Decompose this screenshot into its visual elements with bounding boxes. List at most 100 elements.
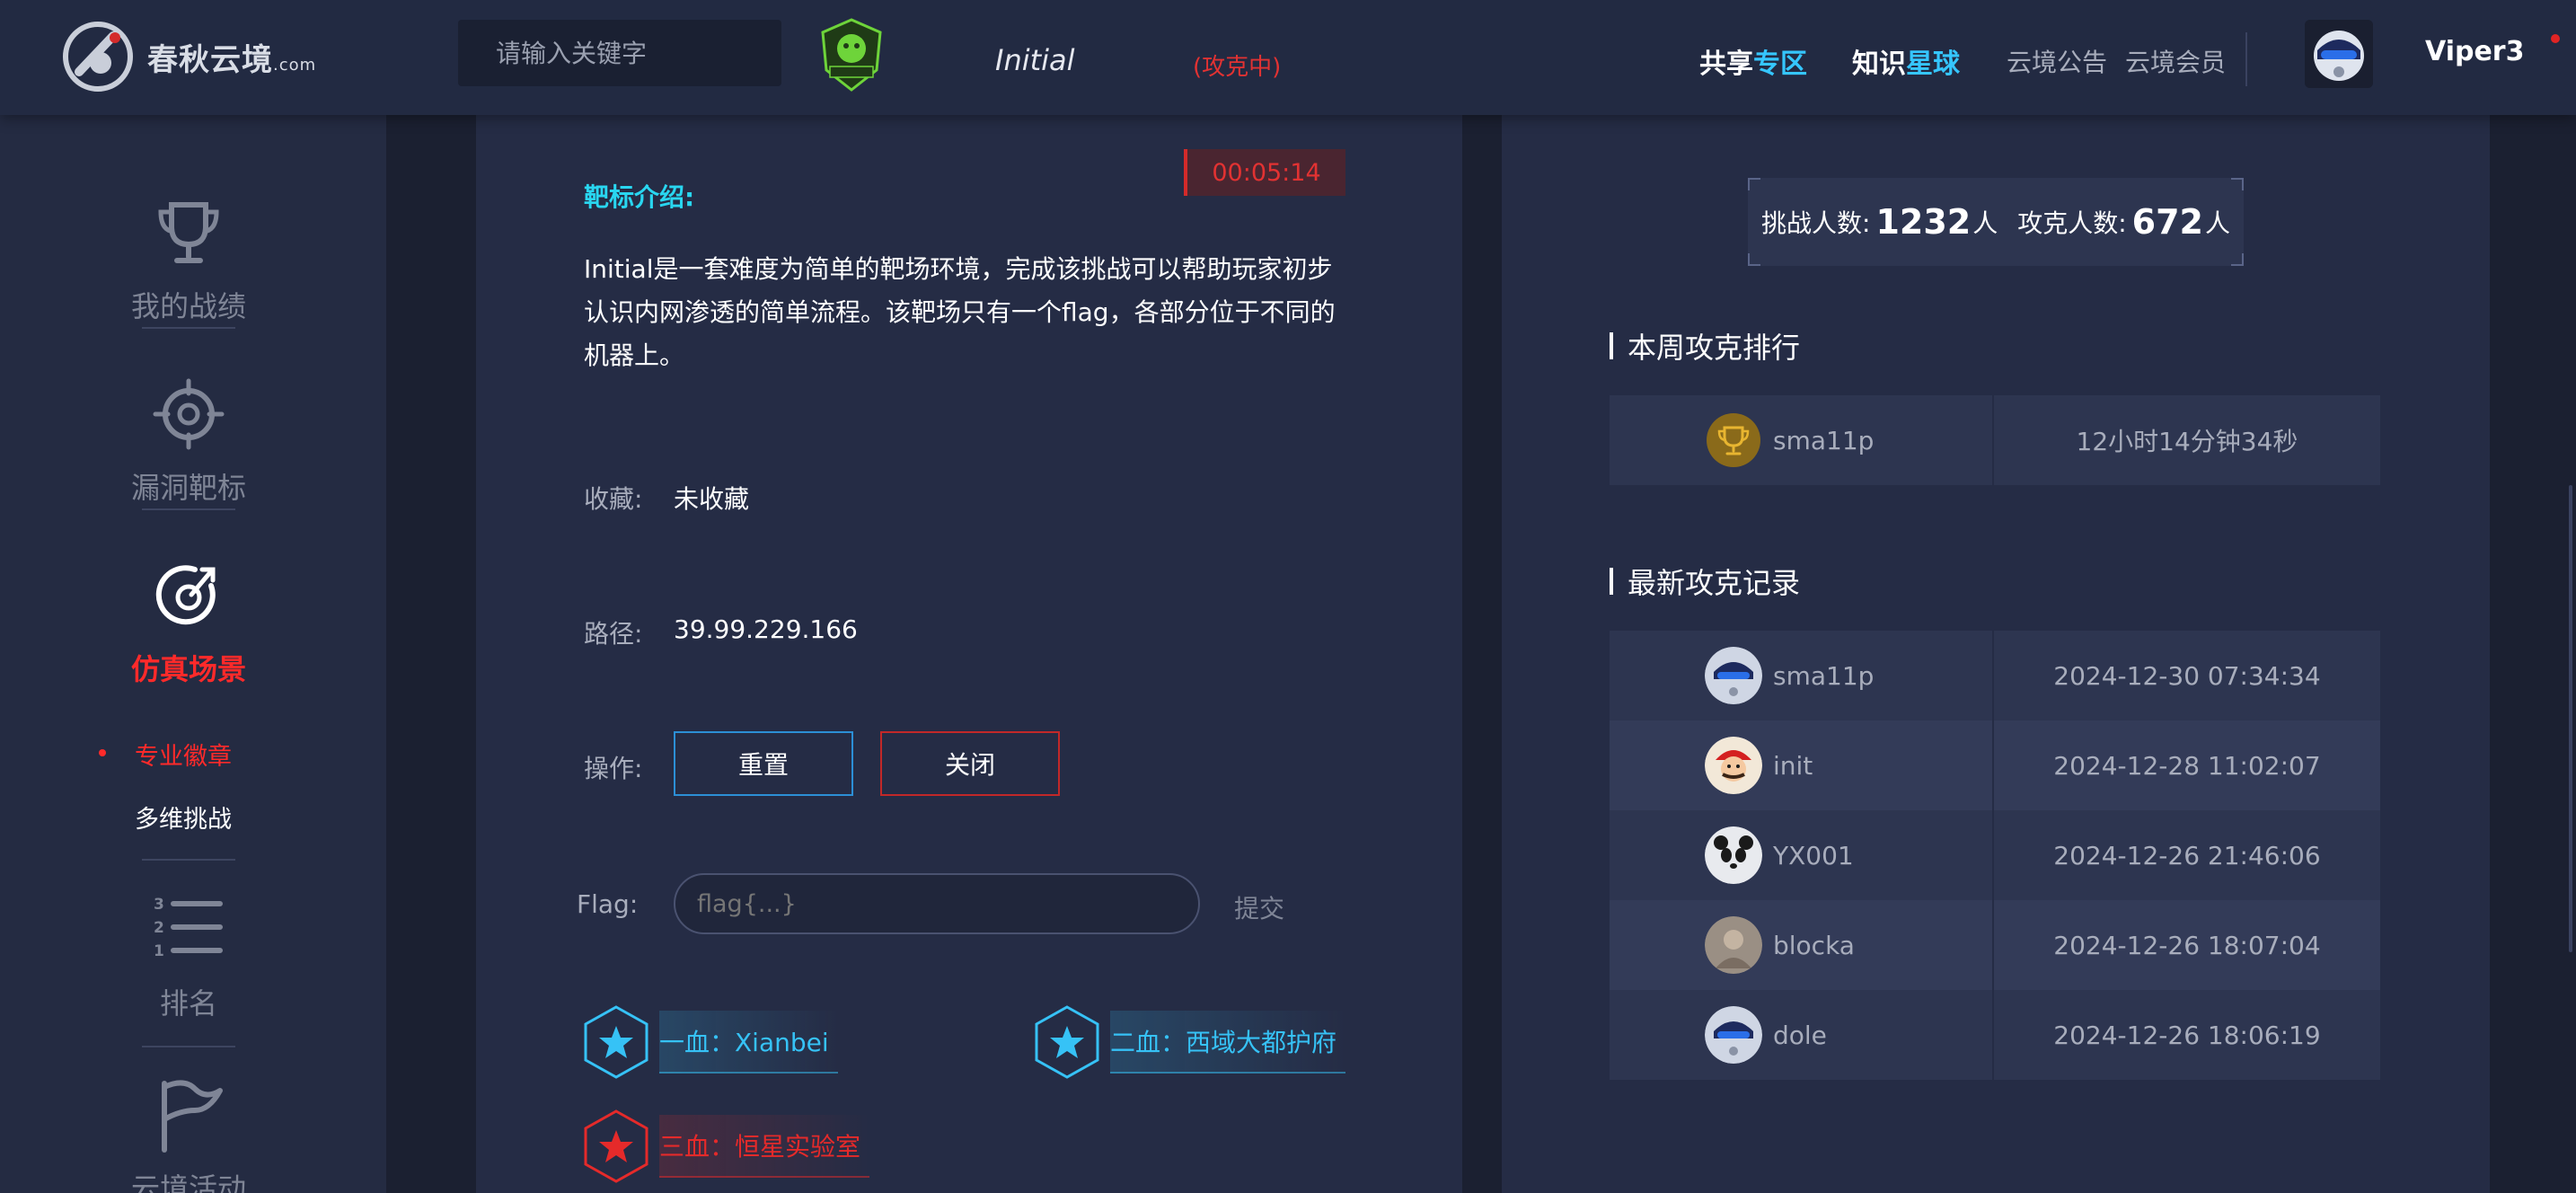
scrollbar[interactable] (2569, 485, 2572, 952)
weekly-rank-heading: 本周攻克排行 (1610, 325, 1800, 367)
path-label: 路径: (584, 619, 643, 649)
refresh-target-icon (155, 565, 216, 625)
svg-text:2: 2 (154, 919, 164, 937)
record-time: 2024-12-26 18:07:04 (2053, 930, 2321, 960)
mario-avatar-icon (1705, 737, 1762, 794)
gold-trophy-icon (1707, 413, 1760, 467)
nav-announcements[interactable]: 云境公告 (2007, 43, 2107, 79)
user-avatar[interactable] (2305, 20, 2373, 88)
favorite-toggle[interactable]: 未收藏 (674, 480, 749, 516)
search-box (458, 20, 809, 86)
top-navigation-bar: 春秋云境.com Initial (攻克中) 共享专区 知识星球 云境公告 云境… (0, 0, 2576, 115)
column-gutter (386, 115, 476, 1193)
unit-label: 人 (1972, 208, 1998, 238)
nav-divider (2245, 32, 2247, 86)
rank-user-cell: sma11p (1610, 395, 1994, 485)
table-row: YX001 2024-12-26 21:46:06 (1610, 810, 2380, 900)
action-label: 操作: (584, 754, 643, 783)
sidebar-item-events[interactable]: 云境活动 (81, 1074, 296, 1193)
latest-records-heading: 最新攻克记录 (1610, 561, 1800, 602)
record-user-cell: YX001 (1610, 810, 1994, 900)
logo-text: 春秋云境.com (147, 41, 317, 78)
close-button[interactable]: 关闭 (880, 731, 1060, 796)
nav-knowledge-planet[interactable]: 知识星球 (1852, 41, 1960, 81)
third-blood-badge: 三血：恒星实验室 (582, 1109, 870, 1184)
record-user-cell: init (1610, 720, 1994, 810)
favorite-label: 收藏: (584, 484, 643, 514)
record-user-cell: dole (1610, 990, 1994, 1080)
record-username: init (1773, 750, 1813, 781)
ranking-list-icon: 3 2 1 (154, 896, 223, 960)
record-time: 2024-12-28 11:02:07 (2053, 750, 2321, 781)
solvers-count: 672 (2131, 202, 2203, 242)
sidebar-item-label: 漏洞靶标 (130, 471, 246, 505)
stats-corner (1748, 178, 1760, 190)
record-user-cell: sma11p (1610, 631, 1994, 720)
stats-corner (2231, 253, 2244, 266)
sidebar-item-label: 排名 (159, 986, 217, 1021)
record-username: blocka (1773, 930, 1855, 960)
weekly-rank-table: sma11p 12小时14分钟34秒 (1610, 395, 2380, 485)
column-gutter (2490, 115, 2576, 1193)
flag-label: Flag: (577, 889, 639, 919)
table-row: blocka 2024-12-26 18:07:04 (1610, 900, 2380, 990)
stats-corner (2231, 178, 2244, 190)
sidebar-item-label: 我的战绩 (130, 289, 246, 323)
table-row: sma11p 12小时14分钟34秒 (1610, 395, 2380, 485)
logo-icon (63, 22, 133, 92)
solvers-label: 攻克人数: (2017, 208, 2127, 238)
record-username: sma11p (1773, 660, 1875, 691)
robot-avatar-icon (1705, 647, 1762, 704)
sidebar-item-ranking[interactable]: 3 2 1 排名 (81, 889, 296, 1022)
target-badge-icon (821, 18, 882, 92)
rank-time: 12小时14分钟34秒 (2076, 427, 2298, 456)
second-blood-badge: 二血：西域大都护府 (1033, 1004, 1346, 1080)
target-description: Initial是一套难度为简单的靶场环境，完成该挑战可以帮助玩家初步认识内网渗透… (584, 254, 1336, 370)
active-indicator-dot (99, 749, 106, 756)
star-hex-icon (584, 1005, 648, 1079)
record-user-cell: blocka (1610, 900, 1994, 990)
challengers-label: 挑战人数: (1761, 208, 1871, 238)
latest-records-title: 最新攻克记录 (1628, 566, 1801, 600)
sidebar-subitem-multi-challenge[interactable]: 多维挑战 (135, 800, 232, 835)
sidebar-item-my-record[interactable]: 我的战绩 (81, 192, 296, 325)
latest-records-table: sma11p 2024-12-30 07:34:34 init 2024-12-… (1610, 631, 2380, 1080)
sidebar-item-simulation[interactable]: 仿真场景 (81, 555, 296, 688)
first-blood-badge: 一血：Xianbei (582, 1004, 838, 1080)
photo-avatar-icon (1705, 916, 1762, 974)
sidebar-divider (142, 1046, 235, 1047)
svg-text:3: 3 (154, 896, 164, 914)
username[interactable]: Viper3 (2425, 36, 2524, 67)
svg-text:1: 1 (154, 942, 164, 960)
intro-title: 靶标介绍: (584, 182, 695, 212)
reset-button[interactable]: 重置 (674, 731, 853, 796)
panda-avatar-icon (1705, 826, 1762, 884)
heading-bar (1610, 568, 1613, 595)
table-row: sma11p 2024-12-30 07:34:34 (1610, 631, 2380, 720)
path-value: 39.99.229.166 (674, 614, 858, 644)
table-row: dole 2024-12-26 18:06:19 (1610, 990, 2380, 1080)
sidebar-item-vuln-targets[interactable]: 漏洞靶标 (81, 374, 296, 507)
flag-input[interactable] (674, 873, 1200, 934)
site-logo[interactable]: 春秋云境.com (61, 16, 322, 97)
nav-share-zone[interactable]: 共享专区 (1699, 41, 1807, 81)
submit-flag-button[interactable]: 提交 (1234, 889, 1284, 925)
countdown-timer: 00:05:14 (1184, 149, 1345, 196)
sidebar-item-label: 云境活动 (130, 1171, 246, 1193)
search-input[interactable] (458, 20, 809, 86)
challengers-count: 1232 (1875, 202, 1972, 242)
sidebar-subitem-badges[interactable]: 专业徽章 (135, 737, 232, 772)
first-blood-text: 一血：Xianbei (659, 1011, 838, 1074)
second-blood-text: 二血：西域大都护府 (1110, 1011, 1346, 1074)
sidebar-divider (142, 327, 235, 329)
record-username: YX001 (1773, 840, 1854, 870)
nav-membership[interactable]: 云境会员 (2125, 43, 2226, 79)
sidebar-item-label: 仿真场景 (130, 652, 246, 686)
star-hex-icon (584, 1109, 648, 1183)
record-time: 2024-12-30 07:34:34 (2053, 660, 2321, 691)
record-time: 2024-12-26 18:06:19 (2053, 1020, 2321, 1050)
stats-corner (1748, 253, 1760, 266)
sidebar-divider (142, 508, 235, 510)
target-name: Initial (995, 43, 1075, 77)
flag-icon (162, 1080, 223, 1153)
